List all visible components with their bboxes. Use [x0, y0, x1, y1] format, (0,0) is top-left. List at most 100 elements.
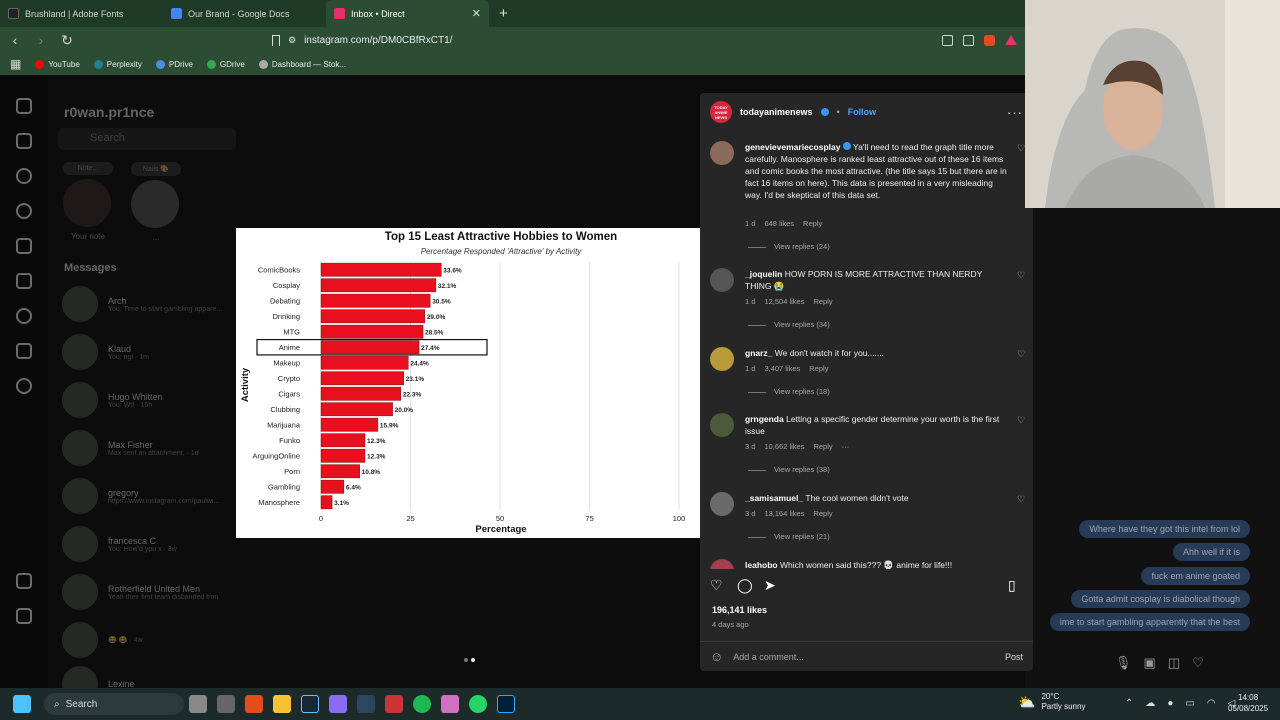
avatar[interactable]	[710, 413, 734, 437]
view-replies-button[interactable]: View replies (18)	[748, 387, 830, 396]
wifi-icon[interactable]: ◠	[1207, 698, 1216, 709]
explore-icon[interactable]	[16, 203, 32, 219]
bookmark-perplexity[interactable]: Perplexity	[93, 59, 142, 69]
add-comment-input[interactable]: Add a comment...	[733, 652, 804, 662]
bookmark-youtube[interactable]: YouTube	[35, 59, 80, 69]
avatar[interactable]	[710, 268, 734, 292]
carousel-dot[interactable]	[471, 658, 475, 662]
threads-icon[interactable]	[16, 378, 32, 394]
tab-google-docs[interactable]: Our Brand - Google Docs	[163, 0, 326, 27]
conversation-item[interactable]: Rotherfield United Men Yeah their first t…	[62, 574, 238, 610]
reload-icon[interactable]: ↻	[60, 32, 74, 49]
comment-username[interactable]: genevievemariecosplay	[745, 142, 840, 152]
avatar[interactable]	[710, 492, 734, 516]
brave-rewards-icon[interactable]	[1005, 35, 1017, 45]
forward-icon[interactable]: ›	[34, 32, 48, 48]
view-replies-button[interactable]: View replies (21)	[748, 532, 830, 541]
follow-button[interactable]: Follow	[848, 107, 877, 117]
brave-browser-icon[interactable]	[245, 695, 263, 713]
reply-button[interactable]: Reply	[813, 297, 832, 306]
cast-icon[interactable]	[942, 34, 953, 46]
windows-start-icon[interactable]	[13, 695, 31, 713]
dm-search-input[interactable]: Search	[58, 128, 236, 150]
note-item[interactable]: Note... Your note	[63, 162, 113, 242]
view-replies-button[interactable]: View replies (24)	[748, 242, 830, 251]
apps-grid-icon[interactable]: ▦	[10, 57, 21, 71]
taskbar-search[interactable]: ⌕ Search	[44, 693, 184, 715]
url-text[interactable]: instagram.com/p/DM0CBfRxCT1/	[304, 35, 452, 46]
comment-username[interactable]: _joquelin	[745, 269, 782, 279]
store-icon[interactable]	[217, 695, 235, 713]
view-replies-button[interactable]: View replies (38)	[748, 465, 830, 474]
comment-likes[interactable]: 648 likes	[764, 219, 794, 228]
like-post-icon[interactable]: ♡	[710, 577, 726, 593]
share-post-icon[interactable]: ➤	[764, 577, 780, 593]
conversation-item[interactable]: Hugo Whitten You: Wtf · 15h	[62, 382, 238, 418]
like-comment-icon[interactable]: ♡	[1017, 349, 1025, 360]
back-icon[interactable]: ‹	[8, 32, 22, 48]
conversation-item[interactable]: francesca C You: How'd you x · 3w	[62, 526, 238, 562]
create-icon[interactable]	[16, 343, 32, 359]
sticker-icon[interactable]: ◫	[1168, 655, 1180, 671]
comment-likes[interactable]: 10,662 likes	[764, 442, 804, 451]
mic-tray-icon[interactable]: ●	[1167, 698, 1173, 709]
comment-username[interactable]: grngenda	[745, 414, 784, 424]
post-likes[interactable]: 196,141 likes	[712, 605, 767, 615]
bookmark-gdrive[interactable]: GDrive	[206, 59, 245, 69]
chevron-up-icon[interactable]: ⌃	[1125, 698, 1133, 709]
comment-username[interactable]: gnarz_	[745, 348, 772, 358]
more-options-icon[interactable]: ···	[1007, 105, 1023, 120]
post-comment-button[interactable]: Post	[1005, 652, 1023, 662]
mic-icon[interactable]: 🎙	[1115, 655, 1132, 671]
like-comment-icon[interactable]: ♡	[1017, 143, 1025, 154]
weather-widget[interactable]: ⛅ 20°C Partly sunny	[1018, 692, 1085, 712]
proton-mail-icon[interactable]	[329, 695, 347, 713]
tab-instagram-inbox[interactable]: Inbox • Direct ✕	[326, 0, 489, 27]
conversation-item[interactable]: Arch You: Time to start gambling appare..…	[62, 286, 238, 322]
clock[interactable]: 14:08 05/08/2025	[1228, 692, 1268, 714]
messages-icon[interactable]	[16, 273, 32, 289]
steam-icon-2[interactable]	[357, 695, 375, 713]
reply-button[interactable]: Reply	[813, 442, 832, 451]
note-item[interactable]: Nails 🎨...	[131, 162, 181, 242]
new-tab-button[interactable]: +	[489, 0, 518, 27]
bookmark-icon[interactable]	[272, 34, 280, 46]
task-view-icon[interactable]	[189, 695, 207, 713]
reply-button[interactable]: Reply	[803, 219, 822, 228]
photos-icon[interactable]	[441, 695, 459, 713]
meta-icon[interactable]	[16, 608, 32, 624]
reply-button[interactable]: Reply	[813, 509, 832, 518]
dm-username[interactable]: r0wan.pr1nce	[64, 104, 154, 120]
photoshop-icon[interactable]	[497, 695, 515, 713]
brave-shield-icon[interactable]	[984, 34, 995, 46]
steam-icon[interactable]	[301, 695, 319, 713]
avatar[interactable]	[710, 347, 734, 371]
site-info-icon[interactable]: ⚙	[288, 35, 296, 46]
carousel-dot[interactable]	[464, 658, 468, 662]
view-replies-button[interactable]: View replies (34)	[748, 320, 830, 329]
close-tab-icon[interactable]: ✕	[472, 7, 481, 20]
heart-icon[interactable]: ♡	[1192, 655, 1204, 671]
comment-likes[interactable]: 13,164 likes	[764, 509, 804, 518]
account-name[interactable]: todayanimenews	[740, 107, 813, 117]
share-icon[interactable]	[963, 34, 974, 46]
save-post-icon[interactable]: ▯	[1008, 577, 1024, 593]
account-avatar[interactable]: TODAY ANIME NEWS	[710, 101, 732, 123]
instagram-logo-icon[interactable]	[16, 98, 32, 114]
app-icon[interactable]	[385, 695, 403, 713]
comment-likes[interactable]: 3,407 likes	[764, 364, 800, 373]
cloud-icon[interactable]: ☁	[1145, 698, 1155, 709]
menu-icon[interactable]	[16, 573, 32, 589]
avatar[interactable]	[710, 141, 734, 165]
conversation-item[interactable]: 😂 😂 · 4w	[62, 622, 238, 658]
whatsapp-icon[interactable]	[469, 695, 487, 713]
like-comment-icon[interactable]: ♡	[1017, 415, 1025, 426]
conversation-item[interactable]: gregory https://www.instagram.com/paulwi.…	[62, 478, 238, 514]
bookmark-pdrive[interactable]: PDrive	[155, 59, 193, 69]
like-comment-icon[interactable]: ♡	[1017, 270, 1025, 281]
address-bar[interactable]: ⚙ instagram.com/p/DM0CBfRxCT1/	[272, 30, 892, 50]
home-icon[interactable]	[16, 133, 32, 149]
comment-icon[interactable]: ◯	[737, 577, 753, 593]
spotify-icon[interactable]	[413, 695, 431, 713]
tab-adobe-fonts[interactable]: Brushland | Adobe Fonts	[0, 0, 163, 27]
